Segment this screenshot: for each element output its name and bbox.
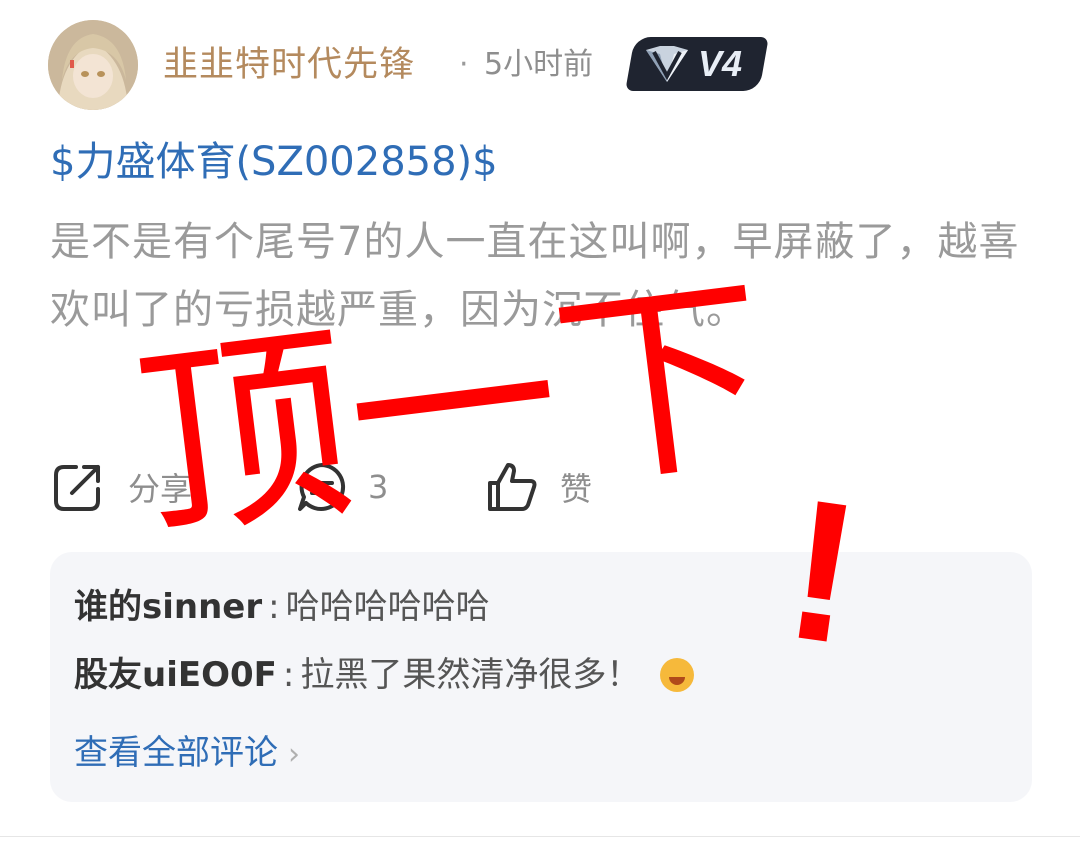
share-label: 分享 xyxy=(128,470,193,508)
username[interactable]: 韭韭特时代先锋 xyxy=(163,40,415,90)
share-button[interactable]: 分享 xyxy=(50,452,192,522)
comment-author[interactable]: 股友uiEO0F xyxy=(74,655,277,695)
like-button[interactable]: 赞 xyxy=(484,452,592,522)
post-actions-bar: 分享 3 赞 xyxy=(0,452,1080,522)
like-label: 赞 xyxy=(560,470,593,508)
avatar-image xyxy=(48,20,138,110)
post-body: 是不是有个尾号7的人一直在这叫啊，早屏蔽了，越喜欢叫了的亏损越严重，因为沉不住气… xyxy=(50,219,1020,333)
comment-author[interactable]: 谁的sinner xyxy=(74,587,262,627)
chevron-right-icon: › xyxy=(288,737,300,772)
grin-emoji-icon xyxy=(660,658,695,692)
comment-text: 拉黑了果然清净很多！ xyxy=(300,655,641,695)
comment-item[interactable]: 股友uiEO0F: 拉黑了果然清净很多！ xyxy=(74,650,695,700)
comment-icon xyxy=(298,463,346,511)
meta-separator: · xyxy=(459,47,469,82)
stock-tag-link[interactable]: $力盛体育(SZ002858)$ xyxy=(50,134,498,190)
level-badge-label: V4 xyxy=(698,43,743,84)
share-icon xyxy=(54,465,100,511)
thumbs-up-icon xyxy=(488,463,537,511)
divider xyxy=(0,836,1080,837)
comment-item[interactable]: 谁的sinner: 哈哈哈哈哈哈 xyxy=(74,582,490,632)
comments-preview: 谁的sinner: 哈哈哈哈哈哈 股友uiEO0F: 拉黑了果然清净很多！ 查看全部… xyxy=(50,552,1032,802)
comment-colon: : xyxy=(282,655,295,695)
view-all-comments-label: 查看全部评论 xyxy=(74,733,278,773)
comment-colon: : xyxy=(268,587,280,627)
level-badge[interactable]: V4 xyxy=(630,37,764,91)
comment-button[interactable]: 3 xyxy=(296,452,388,522)
diamond-icon xyxy=(646,46,688,82)
comment-count: 3 xyxy=(368,468,389,506)
user-avatar[interactable] xyxy=(48,20,138,110)
post-time: 5小时前 xyxy=(484,47,594,82)
comment-text: 哈哈哈哈哈哈 xyxy=(285,587,490,627)
view-all-comments-link[interactable]: 查看全部评论 › xyxy=(74,728,300,780)
